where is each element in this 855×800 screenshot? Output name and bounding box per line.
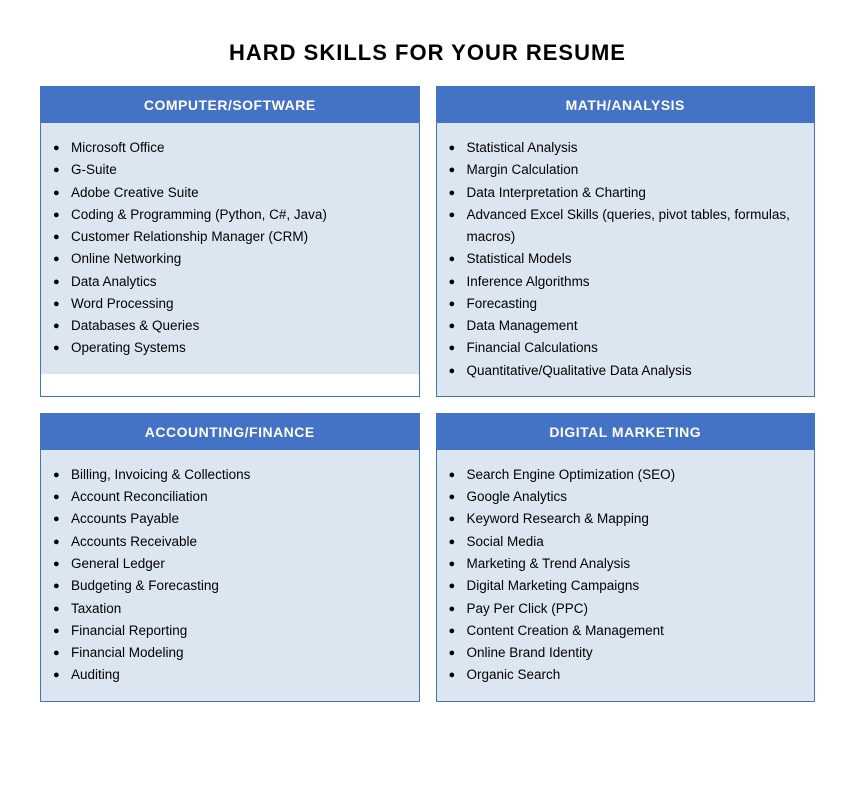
list-item: Inference Algorithms [447, 271, 799, 293]
list-item: Google Analytics [447, 486, 799, 508]
list-item: Digital Marketing Campaigns [447, 575, 799, 597]
list-item: Pay Per Click (PPC) [447, 598, 799, 620]
list-item: Organic Search [447, 664, 799, 686]
card-body-math-analysis: Statistical AnalysisMargin CalculationDa… [437, 123, 815, 396]
list-item: Data Management [447, 315, 799, 337]
list-item: Billing, Invoicing & Collections [51, 464, 403, 486]
page-container: HARD SKILLS FOR YOUR RESUME COMPUTER/SOF… [20, 20, 835, 722]
card-header-accounting-finance: ACCOUNTING/FINANCE [41, 414, 419, 450]
list-item: Online Brand Identity [447, 642, 799, 664]
card-header-math-analysis: MATH/ANALYSIS [437, 87, 815, 123]
skills-list-math-analysis: Statistical AnalysisMargin CalculationDa… [447, 137, 799, 382]
list-item: Quantitative/Qualitative Data Analysis [447, 360, 799, 382]
list-item: Accounts Payable [51, 508, 403, 530]
list-item: Account Reconciliation [51, 486, 403, 508]
list-item: Marketing & Trend Analysis [447, 553, 799, 575]
card-computer-software: COMPUTER/SOFTWARE Microsoft OfficeG-Suite… [40, 86, 420, 397]
list-item: Operating Systems [51, 337, 403, 359]
card-body-accounting-finance: Billing, Invoicing & CollectionsAccount … [41, 450, 419, 701]
card-digital-marketing: DIGITAL MARKETING Search Engine Optimizat… [436, 413, 816, 702]
list-item: Advanced Excel Skills (queries, pivot ta… [447, 204, 799, 249]
list-item: Statistical Models [447, 248, 799, 270]
list-item: Statistical Analysis [447, 137, 799, 159]
list-item: Social Media [447, 531, 799, 553]
card-header-digital-marketing: DIGITAL MARKETING [437, 414, 815, 450]
list-item: Financial Modeling [51, 642, 403, 664]
skills-list-digital-marketing: Search Engine Optimization (SEO)Google A… [447, 464, 799, 687]
list-item: G-Suite [51, 159, 403, 181]
list-item: Data Analytics [51, 271, 403, 293]
list-item: Customer Relationship Manager (CRM) [51, 226, 403, 248]
card-math-analysis: MATH/ANALYSIS Statistical AnalysisMargin … [436, 86, 816, 397]
page-title: HARD SKILLS FOR YOUR RESUME [40, 40, 815, 66]
card-body-digital-marketing: Search Engine Optimization (SEO)Google A… [437, 450, 815, 701]
list-item: Accounts Receivable [51, 531, 403, 553]
list-item: Word Processing [51, 293, 403, 315]
list-item: Content Creation & Management [447, 620, 799, 642]
list-item: Keyword Research & Mapping [447, 508, 799, 530]
card-accounting-finance: ACCOUNTING/FINANCE Billing, Invoicing & C… [40, 413, 420, 702]
list-item: Search Engine Optimization (SEO) [447, 464, 799, 486]
card-body-computer-software: Microsoft OfficeG-SuiteAdobe Creative Su… [41, 123, 419, 374]
list-item: Data Interpretation & Charting [447, 182, 799, 204]
list-item: Databases & Queries [51, 315, 403, 337]
skills-list-computer-software: Microsoft OfficeG-SuiteAdobe Creative Su… [51, 137, 403, 360]
list-item: Coding & Programming (Python, C#, Java) [51, 204, 403, 226]
list-item: Auditing [51, 664, 403, 686]
list-item: Financial Calculations [447, 337, 799, 359]
skills-list-accounting-finance: Billing, Invoicing & CollectionsAccount … [51, 464, 403, 687]
list-item: Taxation [51, 598, 403, 620]
list-item: Adobe Creative Suite [51, 182, 403, 204]
card-header-computer-software: COMPUTER/SOFTWARE [41, 87, 419, 123]
list-item: Margin Calculation [447, 159, 799, 181]
skills-grid: COMPUTER/SOFTWARE Microsoft OfficeG-Suite… [40, 86, 815, 702]
list-item: Forecasting [447, 293, 799, 315]
list-item: General Ledger [51, 553, 403, 575]
list-item: Online Networking [51, 248, 403, 270]
list-item: Financial Reporting [51, 620, 403, 642]
list-item: Microsoft Office [51, 137, 403, 159]
list-item: Budgeting & Forecasting [51, 575, 403, 597]
